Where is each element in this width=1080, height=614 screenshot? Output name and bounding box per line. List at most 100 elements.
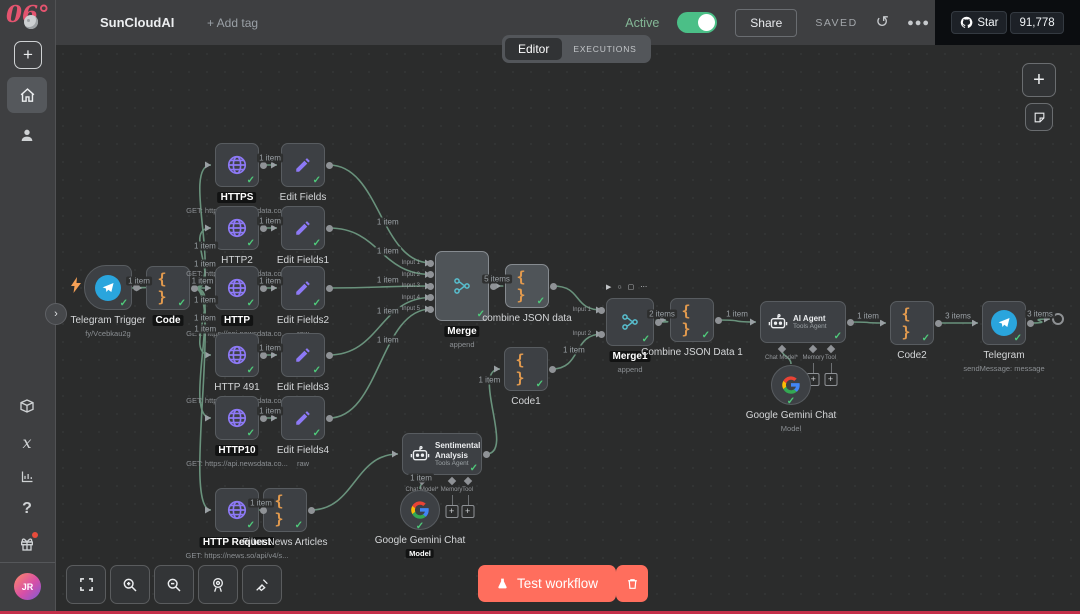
input-port[interactable] bbox=[598, 307, 605, 314]
node-ef5[interactable]: ✓ bbox=[281, 396, 325, 440]
node-combine[interactable]: { }✓ bbox=[505, 264, 549, 308]
agent-port-tool[interactable] bbox=[463, 477, 471, 485]
sidebar-item-variables[interactable]: x bbox=[7, 424, 47, 460]
input-port[interactable] bbox=[427, 294, 434, 301]
add-tool-button[interactable]: + bbox=[461, 505, 474, 518]
node-httpR[interactable]: ✓ bbox=[215, 488, 259, 532]
node-ef2[interactable]: ✓ bbox=[281, 206, 325, 250]
output-port[interactable] bbox=[308, 507, 315, 514]
sidebar-expand-chevron[interactable]: › bbox=[45, 303, 67, 325]
node-gemini1[interactable]: ✓ bbox=[771, 365, 811, 405]
output-port[interactable] bbox=[260, 507, 267, 514]
input-port-label: Input 5 bbox=[402, 306, 427, 312]
output-port[interactable] bbox=[715, 317, 722, 324]
node-label: Mergeappend bbox=[444, 326, 479, 349]
node-code1[interactable]: { }✓ bbox=[504, 347, 548, 391]
output-port[interactable] bbox=[550, 283, 557, 290]
output-port[interactable] bbox=[191, 285, 198, 292]
add-memory-button[interactable]: + bbox=[445, 505, 458, 518]
output-port[interactable] bbox=[483, 451, 490, 458]
node-ef3[interactable]: ✓ bbox=[281, 266, 325, 310]
sidebar-item-whats-new[interactable] bbox=[7, 526, 47, 562]
node-ef1[interactable]: ✓ bbox=[281, 143, 325, 187]
add-tag-button[interactable]: + Add tag bbox=[207, 16, 258, 30]
node-code[interactable]: { }✓ bbox=[146, 266, 190, 310]
tidy-up-button[interactable] bbox=[242, 565, 282, 604]
node-merge1[interactable]: ✓ bbox=[606, 298, 654, 346]
node-tg-out[interactable]: ✓ bbox=[982, 301, 1026, 345]
node-ai[interactable]: AI AgentTools Agent✓ bbox=[760, 301, 846, 343]
github-star-count[interactable]: 91,778 bbox=[1010, 12, 1063, 34]
sidebar-item-help[interactable]: ? bbox=[7, 491, 47, 527]
output-port[interactable] bbox=[260, 225, 267, 232]
node-http1[interactable]: ✓ bbox=[215, 143, 259, 187]
github-star-button[interactable]: Star bbox=[951, 11, 1007, 34]
output-port[interactable] bbox=[655, 319, 662, 326]
agent-port-chat-model-[interactable] bbox=[777, 345, 785, 353]
tab-editor[interactable]: Editor bbox=[505, 38, 562, 60]
node-merge[interactable]: ✓ bbox=[435, 251, 489, 321]
workflow-name[interactable]: SunCloudAI bbox=[100, 15, 174, 30]
output-port[interactable] bbox=[490, 283, 497, 290]
workflow-canvas[interactable]: ✓Telegram Triggerfy/Vcebkau2g{ }✓Code✓HT… bbox=[0, 45, 1080, 614]
input-port[interactable] bbox=[598, 331, 605, 338]
output-port[interactable] bbox=[260, 415, 267, 422]
output-port[interactable] bbox=[1027, 320, 1034, 327]
agent-port-memory[interactable] bbox=[809, 345, 817, 353]
agent-port-tool[interactable] bbox=[826, 345, 834, 353]
output-port[interactable] bbox=[935, 320, 942, 327]
agent-port-memory[interactable] bbox=[447, 477, 455, 485]
output-port[interactable] bbox=[326, 352, 333, 359]
output-port[interactable] bbox=[260, 352, 267, 359]
node-code2[interactable]: { }✓ bbox=[890, 301, 934, 345]
user-avatar[interactable]: JR bbox=[14, 573, 41, 600]
input-port[interactable] bbox=[427, 260, 434, 267]
input-port[interactable] bbox=[427, 271, 434, 278]
sidebar-item-templates[interactable] bbox=[7, 388, 47, 424]
node-gemini2[interactable]: ✓ bbox=[400, 490, 440, 530]
output-port[interactable] bbox=[326, 162, 333, 169]
share-button[interactable]: Share bbox=[735, 9, 797, 37]
add-node-button[interactable]: + bbox=[1022, 63, 1056, 97]
node-combine1[interactable]: { }✓ bbox=[670, 298, 714, 342]
node-sent[interactable]: Sentimental AnalysisTools Agent✓ bbox=[402, 433, 482, 475]
node-ef4[interactable]: ✓ bbox=[281, 333, 325, 377]
input-port[interactable] bbox=[427, 306, 434, 313]
node-toolbar-play-icon[interactable]: ▶ bbox=[606, 283, 611, 291]
output-port[interactable] bbox=[326, 415, 333, 422]
output-port[interactable] bbox=[260, 285, 267, 292]
flask-icon bbox=[496, 577, 509, 591]
node-http4[interactable]: ✓ bbox=[215, 333, 259, 377]
node-http3[interactable]: ✓ bbox=[215, 266, 259, 310]
tab-executions[interactable]: Executions bbox=[562, 40, 647, 58]
zoom-to-fit-button[interactable] bbox=[66, 565, 106, 604]
node-toolbar-power-icon[interactable]: ○ bbox=[617, 284, 621, 291]
sidebar-item-overview[interactable] bbox=[7, 77, 47, 113]
output-port[interactable] bbox=[549, 366, 556, 373]
output-port[interactable] bbox=[260, 162, 267, 169]
node-http2[interactable]: ✓ bbox=[215, 206, 259, 250]
node-http5[interactable]: ✓ bbox=[215, 396, 259, 440]
active-toggle[interactable] bbox=[677, 12, 717, 33]
node-toolbar-delete-icon[interactable]: ▢ bbox=[628, 283, 635, 291]
add-tool-button[interactable]: + bbox=[824, 373, 837, 386]
node-toolbar-more-icon[interactable]: ⋯ bbox=[640, 283, 647, 291]
test-workflow-button[interactable]: Test workflow bbox=[478, 565, 616, 602]
node-telegram-trigger[interactable]: ✓ bbox=[84, 265, 132, 310]
sidebar-item-insights[interactable] bbox=[7, 458, 47, 494]
delete-workflow-button[interactable] bbox=[616, 565, 648, 602]
output-port[interactable] bbox=[326, 225, 333, 232]
reset-zoom-button[interactable] bbox=[198, 565, 238, 604]
history-icon[interactable]: ↺ bbox=[876, 15, 889, 31]
node-filter[interactable]: { }✓ bbox=[263, 488, 307, 532]
new-workflow-button[interactable]: + bbox=[14, 41, 42, 69]
more-options-icon[interactable]: ●●● bbox=[907, 17, 930, 29]
output-port[interactable] bbox=[326, 285, 333, 292]
input-port[interactable] bbox=[427, 283, 434, 290]
add-sticky-note-button[interactable] bbox=[1025, 103, 1053, 131]
success-check-icon: ✓ bbox=[178, 298, 186, 309]
output-port[interactable] bbox=[847, 319, 854, 326]
zoom-out-button[interactable] bbox=[154, 565, 194, 604]
sidebar-item-personal[interactable] bbox=[7, 117, 47, 153]
zoom-in-button[interactable] bbox=[110, 565, 150, 604]
